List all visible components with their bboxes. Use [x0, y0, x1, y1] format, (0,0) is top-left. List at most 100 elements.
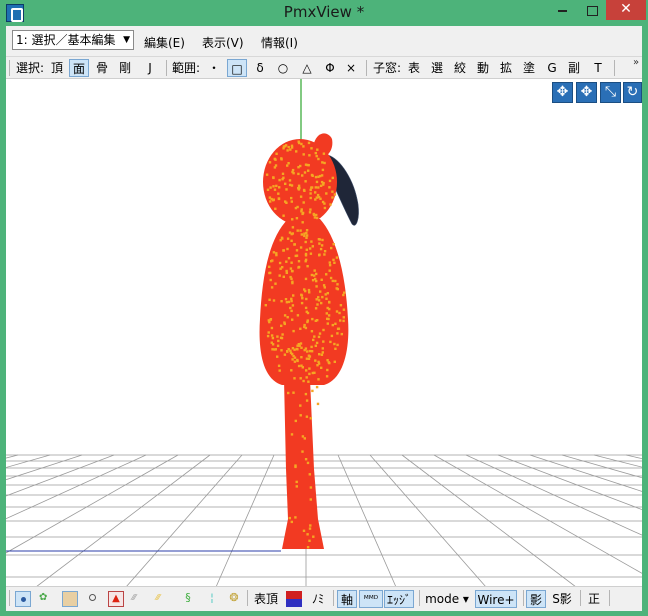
- model-figure[interactable]: [259, 133, 359, 549]
- child-sub-button[interactable]: 副: [565, 59, 583, 77]
- vertex-marker: [272, 251, 276, 254]
- vertex-marker: [315, 385, 319, 389]
- minimize-button[interactable]: [547, 0, 577, 20]
- self-shadow-toggle[interactable]: S影: [549, 590, 575, 608]
- axis-toggle[interactable]: 軸: [337, 590, 357, 608]
- select-face-button[interactable]: 面: [69, 59, 89, 77]
- move-xz-button[interactable]: ✥: [576, 82, 597, 103]
- close-button[interactable]: ✕: [606, 0, 646, 20]
- vertex-marker: [323, 206, 327, 210]
- vertex-dot-icon[interactable]: [15, 591, 31, 607]
- vertex-marker: [301, 450, 304, 453]
- vertex-marker: [275, 184, 278, 188]
- shadow-toggle[interactable]: 影: [526, 590, 546, 608]
- vertex-marker: [287, 162, 290, 165]
- zoom-button[interactable]: ⤡: [600, 82, 621, 103]
- range-point-button[interactable]: ・: [205, 59, 223, 77]
- vertex-marker: [268, 298, 271, 301]
- vertex-marker: [342, 293, 345, 297]
- vertex-marker: [275, 253, 278, 257]
- child-table-button[interactable]: 表: [405, 59, 423, 77]
- menu-info[interactable]: 情報(I): [261, 34, 298, 51]
- range-clear-button[interactable]: ×: [343, 59, 359, 77]
- child-select-button[interactable]: 選: [428, 59, 446, 77]
- vertex-marker: [333, 193, 337, 196]
- vertex-marker: [303, 288, 306, 291]
- menu-view[interactable]: 表示(V): [202, 34, 244, 51]
- vertex-marker: [342, 316, 345, 319]
- 3d-viewport[interactable]: ✥ ✥ ⤡ ↻: [6, 78, 642, 587]
- figure-green-icon[interactable]: §: [180, 591, 196, 607]
- bone-icon[interactable]: ⁄⁄⁄: [132, 591, 148, 607]
- range-circle-button[interactable]: ○: [274, 59, 292, 77]
- child-g-button[interactable]: G: [544, 59, 560, 77]
- wire-green-icon[interactable]: ✿: [39, 591, 55, 607]
- vertex-marker: [278, 178, 281, 182]
- vertex-marker: [277, 197, 281, 201]
- child-filter-button[interactable]: 絞: [451, 59, 469, 77]
- vertex-marker: [304, 254, 308, 257]
- select-rigid-button[interactable]: 剛: [115, 59, 135, 77]
- title-bar[interactable]: PmxView * ✕: [0, 0, 648, 26]
- vertex-marker: [288, 516, 291, 520]
- vertex-marker: [296, 314, 300, 317]
- rotate-button[interactable]: ↻: [623, 82, 642, 103]
- child-move-button[interactable]: 動: [474, 59, 492, 77]
- wire-mesh-icon[interactable]: [62, 591, 78, 607]
- toolbar-grip[interactable]: [9, 60, 10, 76]
- vertex-marker: [279, 336, 283, 339]
- vertex-marker: [311, 279, 315, 282]
- vertex-marker: [293, 377, 296, 380]
- triangle-red-icon[interactable]: ▲: [108, 591, 124, 607]
- mmd-toggle[interactable]: ᴹᴹᴰ: [359, 590, 383, 608]
- figure-cyan-icon[interactable]: ¦: [204, 591, 220, 607]
- vertex-marker: [317, 175, 320, 178]
- front-view-button[interactable]: 正: [584, 590, 604, 608]
- select-joint-button[interactable]: J: [140, 59, 160, 77]
- vertex-marker: [313, 335, 316, 338]
- point-icon[interactable]: [86, 591, 102, 607]
- vertex-marker: [304, 240, 307, 244]
- child-scale-button[interactable]: 拡: [497, 59, 515, 77]
- brush-button[interactable]: ﾉﾐ: [308, 590, 328, 608]
- toolbar-grip[interactable]: [9, 590, 10, 606]
- range-box-button[interactable]: □: [227, 59, 247, 77]
- range-delta-button[interactable]: δ: [251, 59, 269, 77]
- show-vertex-button[interactable]: 表頂: [252, 590, 280, 608]
- vertex-marker: [319, 184, 323, 187]
- mode-select-value: 1: 選択／基本編集: [16, 33, 116, 47]
- brush-color-icon[interactable]: [286, 591, 302, 607]
- vertex-marker: [296, 358, 299, 362]
- menu-edit[interactable]: 編集(E): [144, 34, 185, 51]
- vertex-marker: [325, 273, 328, 276]
- vertex-marker: [290, 433, 294, 436]
- range-triangle-button[interactable]: △: [298, 59, 316, 77]
- vertex-marker: [320, 301, 323, 305]
- move-xy-button[interactable]: ✥: [552, 82, 573, 103]
- wire-plus-toggle[interactable]: Wire+: [475, 590, 517, 608]
- edge-toggle[interactable]: ｴｯｼﾞ: [384, 590, 414, 608]
- select-vertex-button[interactable]: 頂: [47, 59, 67, 77]
- vertex-marker: [290, 297, 293, 301]
- vertex-marker: [297, 141, 301, 145]
- mode-dropdown[interactable]: mode ▾: [423, 590, 471, 608]
- bone-yellow-icon[interactable]: ⁄⁄⁄: [156, 591, 172, 607]
- vertex-marker: [306, 319, 309, 322]
- vertex-marker: [308, 247, 312, 250]
- mode-select[interactable]: 1: 選択／基本編集 ▼: [12, 30, 134, 50]
- vertex-marker: [320, 366, 323, 369]
- toolbar-overflow-button[interactable]: »: [633, 57, 639, 68]
- scene-canvas[interactable]: [6, 79, 642, 587]
- vertex-marker: [291, 347, 295, 350]
- maximize-button[interactable]: [577, 0, 607, 20]
- vertex-marker: [304, 347, 308, 350]
- vertex-marker: [275, 152, 278, 155]
- range-phi-button[interactable]: Φ: [321, 59, 339, 77]
- vertex-marker: [314, 191, 317, 194]
- child-t-button[interactable]: T: [590, 59, 606, 77]
- select-bone-button[interactable]: 骨: [92, 59, 112, 77]
- child-paint-button[interactable]: 塗: [520, 59, 538, 77]
- vertex-marker: [326, 317, 329, 320]
- material-icon[interactable]: ❂: [226, 591, 242, 607]
- vertex-marker: [299, 229, 302, 232]
